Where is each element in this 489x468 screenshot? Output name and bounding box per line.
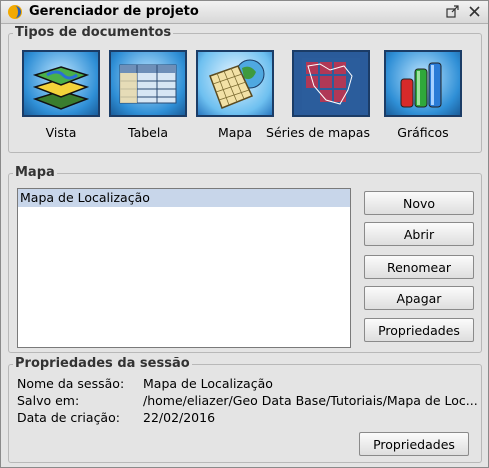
layers-map-icon (22, 50, 100, 117)
title-bar[interactable]: Gerenciador de projeto (1, 1, 488, 24)
doc-type-label: Vista (45, 125, 77, 140)
creation-date-row: Data de criação: 22/02/2016 (17, 410, 215, 425)
maps-list[interactable]: Mapa de Localização (17, 188, 351, 348)
window-title: Gerenciador de projeto (29, 4, 199, 19)
doc-type-tabela[interactable]: Tabela (98, 50, 198, 140)
app-logo-icon (7, 4, 23, 20)
list-item[interactable]: Mapa de Localização (18, 189, 350, 207)
creation-date-value: 22/02/2016 (143, 410, 216, 425)
session-properties-button[interactable]: Propriedades (359, 432, 469, 456)
saved-in-value: /home/eliazer/Geo Data Base/Tutoriais/Ma… (143, 393, 478, 408)
map-properties-button[interactable]: Propriedades (364, 318, 474, 342)
maps-legend: Mapa (13, 165, 57, 180)
delete-button[interactable]: Apagar (364, 286, 474, 310)
rename-button[interactable]: Renomear (364, 255, 474, 279)
new-button[interactable]: Novo (364, 191, 474, 215)
session-properties-group: Propriedades da sessão Nome da sessão: M… (8, 356, 482, 463)
table-icon (109, 50, 187, 117)
project-manager-window: Gerenciador de projeto Tipos de document… (0, 0, 489, 468)
document-types-group: Tipos de documentos Vista Tabela Mapa Sé… (8, 25, 482, 153)
doc-type-label: Séries de mapas (266, 125, 370, 140)
maps-group: Mapa Mapa de Localização Novo Abrir Reno… (8, 165, 482, 353)
doc-type-label: Tabela (128, 125, 168, 140)
session-name-row: Nome da sessão: Mapa de Localização (17, 376, 273, 391)
open-button[interactable]: Abrir (364, 222, 474, 246)
doc-type-series-mapas[interactable]: Séries de mapas (266, 50, 381, 140)
session-legend: Propriedades da sessão (13, 356, 192, 371)
map-series-icon (292, 50, 370, 117)
document-types-legend: Tipos de documentos (13, 25, 174, 40)
creation-date-label: Data de criação: (17, 410, 120, 425)
session-name-label: Nome da sessão: (17, 376, 125, 391)
doc-type-graficos[interactable]: Gráficos (373, 50, 473, 140)
session-name-value: Mapa de Localização (143, 376, 273, 391)
saved-in-label: Salvo em: (17, 393, 80, 408)
bar-chart-icon (384, 50, 462, 117)
maximize-icon[interactable] (445, 4, 460, 19)
close-icon[interactable] (467, 4, 482, 19)
doc-type-vista[interactable]: Vista (11, 50, 111, 140)
map-icon (196, 50, 274, 117)
saved-in-row: Salvo em: /home/eliazer/Geo Data Base/Tu… (17, 393, 478, 408)
doc-type-label: Mapa (217, 125, 253, 140)
doc-type-label: Gráficos (397, 125, 449, 140)
